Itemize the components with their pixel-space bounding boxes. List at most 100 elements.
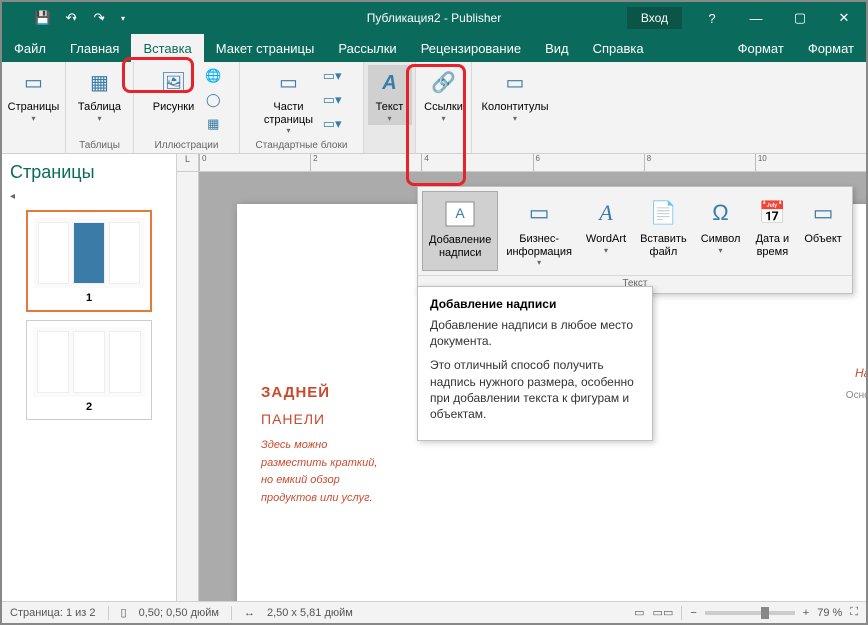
symbol-label: Символ (701, 233, 741, 246)
status-size-icon: ↔ (244, 607, 255, 619)
view-single-icon[interactable]: ▭ (634, 606, 644, 619)
close-icon[interactable]: ✕ (822, 3, 866, 33)
online-pictures-icon[interactable]: 🌐 (202, 65, 224, 87)
save-icon[interactable]: 💾 (30, 5, 56, 31)
calendars-icon[interactable]: ▭▾ (321, 65, 343, 87)
thumb-1-label: 1 (34, 292, 144, 304)
parts-label: Части страницы (264, 101, 313, 126)
picture-icon: 🖼 (157, 67, 189, 99)
tab-format2[interactable]: Формат (796, 34, 866, 62)
page-parts-button[interactable]: ▭ Части страницы ▾ (260, 65, 317, 137)
maximize-icon[interactable]: ▢ (778, 3, 822, 33)
pages-pane-title: Страницы (10, 162, 168, 183)
status-pos: 0,50; 0,50 дюйм (139, 607, 219, 619)
header-icon: ▭ (499, 67, 531, 99)
object-button[interactable]: ▭ Объект (798, 191, 847, 271)
blocks-group-label: Стандартные блоки (256, 140, 348, 153)
window-title: Публикация2 - Publisher (367, 11, 501, 25)
symbol-icon: Ω (703, 195, 739, 231)
table-button[interactable]: ▦ Таблица ▾ (74, 65, 125, 125)
ruler-corner: L (177, 154, 199, 172)
tab-format1[interactable]: Формат (726, 34, 796, 62)
tab-layout[interactable]: Макет страницы (204, 34, 327, 62)
signin-button[interactable]: Вход (627, 7, 682, 29)
help-icon[interactable]: ? (690, 3, 734, 33)
symbol-button[interactable]: Ω Символ▾ (695, 191, 747, 271)
add-textbox-label: Добавление надписи (429, 234, 491, 259)
placeholder-icon[interactable]: ▦ (202, 113, 224, 135)
doc-org: Название организации (745, 364, 866, 382)
tables-group-label: Таблицы (79, 140, 120, 153)
fullscreen-icon[interactable]: ⛶ (850, 606, 858, 619)
insertfile-label: Вставить файл (640, 233, 687, 258)
links-button[interactable]: 🔗 Ссылки ▾ (420, 65, 467, 125)
zoom-out-icon[interactable]: − (690, 607, 696, 619)
thumb-2-label: 2 (33, 401, 145, 413)
text-button[interactable]: A Текст ▾ (368, 65, 412, 125)
file-icon: 📄 (645, 195, 681, 231)
pages-button[interactable]: ▭ Страницы ▾ (4, 65, 64, 125)
insert-file-button[interactable]: 📄 Вставить файл (634, 191, 693, 271)
wordart-label: WordArt (586, 233, 626, 246)
ruler-vertical (177, 172, 199, 601)
pages-pane: Страницы ◂ 1 2 (2, 154, 177, 601)
page-icon: ▭ (18, 67, 50, 99)
bizinfo-icon: ▭ (521, 195, 557, 231)
ads-icon[interactable]: ▭▾ (321, 113, 343, 135)
pane-collapse-icon[interactable]: ◂ (10, 191, 168, 202)
zoom-value[interactable]: 79 % (817, 607, 842, 619)
pictures-label: Рисунки (153, 101, 195, 114)
headers-footers-button[interactable]: ▭ Колонтитулы ▾ (478, 65, 553, 125)
zoom-in-icon[interactable]: + (803, 607, 809, 619)
svg-text:A: A (455, 205, 465, 221)
zoom-slider[interactable] (705, 611, 795, 615)
tab-insert[interactable]: Вставка (131, 34, 203, 62)
tooltip-p1: Добавление надписи в любое место докумен… (430, 317, 640, 349)
links-label: Ссылки (424, 101, 463, 114)
tab-mailings[interactable]: Рассылки (326, 34, 408, 62)
tab-view[interactable]: Вид (533, 34, 581, 62)
add-textbox-button[interactable]: A Добавление надписи (422, 191, 498, 271)
table-icon: ▦ (83, 67, 115, 99)
tooltip-title: Добавление надписи (430, 297, 640, 311)
page-thumbnail-1[interactable]: 1 (26, 210, 152, 312)
wordart-icon: A (588, 195, 624, 231)
link-icon: 🔗 (428, 67, 460, 99)
shapes-icon[interactable]: ◯ (202, 89, 224, 111)
tooltip-p2: Это отличный способ получить надпись нуж… (430, 357, 640, 422)
tab-home[interactable]: Главная (58, 34, 131, 62)
minimize-icon[interactable]: — (734, 3, 778, 33)
datetime-label: Дата и время (756, 233, 790, 258)
tab-review[interactable]: Рецензирование (409, 34, 533, 62)
parts-icon: ▭ (272, 67, 304, 99)
view-spread-icon[interactable]: ▭▭ (653, 606, 674, 619)
page-thumbnail-2[interactable]: 2 (26, 320, 152, 420)
object-label: Объект (804, 233, 841, 246)
doc-contact: Телефон: 555-555-5555 Факс: 555-555-5555… (745, 458, 866, 518)
redo-icon[interactable]: ↷▾ (86, 5, 112, 31)
text-dropdown: A Добавление надписи ▭ Бизнес- информаци… (417, 186, 853, 294)
doc-address: Основной адрес организации Адрес, строка… (745, 388, 866, 448)
text-icon: A (374, 67, 406, 99)
wordart-button[interactable]: A WordArt▾ (580, 191, 632, 271)
pages-label: Страницы (8, 101, 60, 114)
qat-customize-icon[interactable]: ▾ (110, 5, 136, 31)
borders-icon[interactable]: ▭▾ (321, 89, 343, 111)
tab-help[interactable]: Справка (581, 34, 656, 62)
text-label: Текст (376, 101, 404, 114)
status-size: 2,50 x 5,81 дюйм (267, 607, 353, 619)
datetime-button[interactable]: 📅 Дата и время (748, 191, 796, 271)
business-info-button[interactable]: ▭ Бизнес- информация▾ (500, 191, 578, 271)
undo-icon[interactable]: ↶▾ (58, 5, 84, 31)
status-page: Страница: 1 из 2 (10, 607, 96, 619)
table-label: Таблица (78, 101, 121, 114)
pictures-button[interactable]: 🖼 Рисунки (149, 65, 199, 116)
headers-label: Колонтитулы (482, 101, 549, 114)
datetime-icon: 📅 (754, 195, 790, 231)
textbox-icon: A (442, 196, 478, 232)
bizinfo-label: Бизнес- информация (506, 233, 572, 258)
ruler-horizontal: 0246810 (199, 154, 866, 172)
tab-file[interactable]: Файл (2, 34, 58, 62)
object-icon: ▭ (805, 195, 841, 231)
status-pos-icon: ▯ (121, 606, 127, 619)
